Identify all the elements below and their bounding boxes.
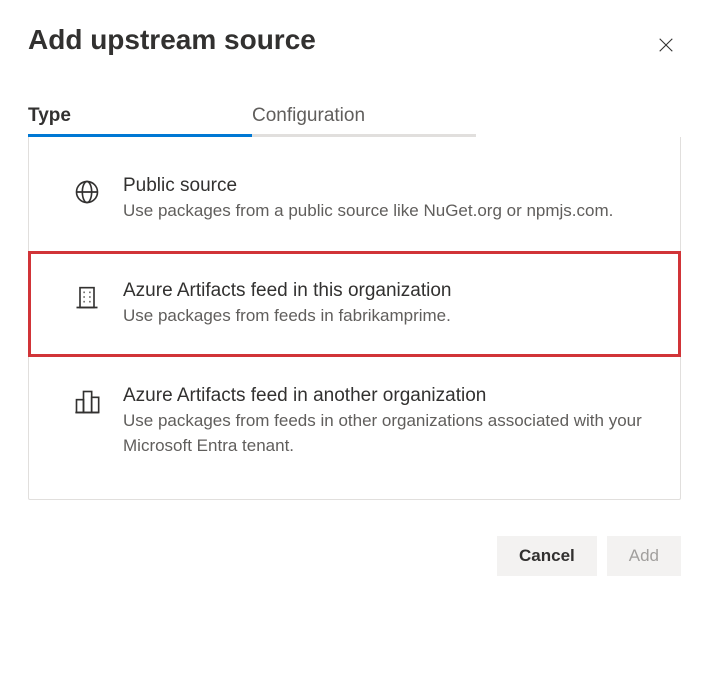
tab-bar: Type Configuration xyxy=(28,105,681,137)
close-button[interactable] xyxy=(651,30,681,63)
option-other-org[interactable]: Azure Artifacts feed in another organiza… xyxy=(29,357,680,498)
option-public-title: Public source xyxy=(123,175,652,197)
options-panel: Public source Use packages from a public… xyxy=(28,137,681,500)
option-this-org-title: Azure Artifacts feed in this organizatio… xyxy=(123,280,652,302)
option-this-org-desc: Use packages from feeds in fabrikamprime… xyxy=(123,304,652,329)
option-this-org[interactable]: Azure Artifacts feed in this organizatio… xyxy=(28,251,681,358)
add-button[interactable]: Add xyxy=(607,536,681,576)
cancel-button[interactable]: Cancel xyxy=(497,536,597,576)
dialog-footer: Cancel Add xyxy=(28,536,681,576)
tab-type[interactable]: Type xyxy=(28,105,252,137)
option-public-desc: Use packages from a public source like N… xyxy=(123,199,652,224)
building-icon xyxy=(73,283,101,311)
dialog-title: Add upstream source xyxy=(28,24,316,56)
option-public-source[interactable]: Public source Use packages from a public… xyxy=(29,137,680,252)
close-icon xyxy=(657,42,675,57)
option-other-org-desc: Use packages from feeds in other organiz… xyxy=(123,409,652,458)
globe-icon xyxy=(73,178,101,206)
buildings-icon xyxy=(73,388,101,416)
option-other-org-title: Azure Artifacts feed in another organiza… xyxy=(123,385,652,407)
tab-configuration[interactable]: Configuration xyxy=(252,105,476,137)
